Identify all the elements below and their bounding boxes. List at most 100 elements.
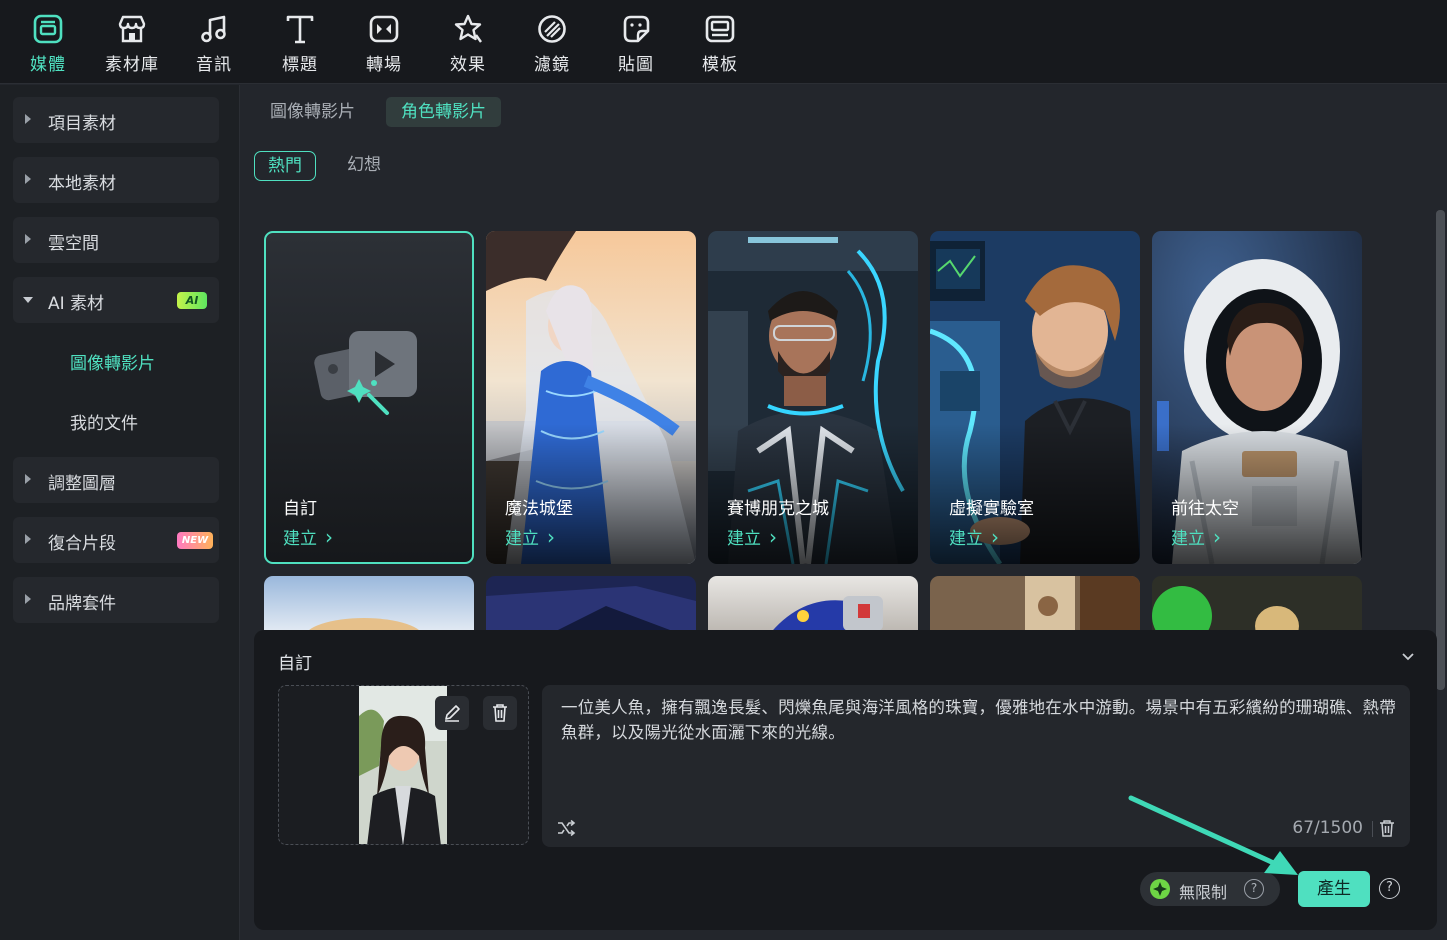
- toolbar-label: 效果: [450, 55, 486, 75]
- card-create-link[interactable]: 建立: [949, 524, 999, 549]
- card-create-link[interactable]: 建立: [505, 524, 555, 549]
- template-icon: [705, 15, 735, 43]
- thumbnail-art: [304, 618, 424, 636]
- card-create-link[interactable]: 建立: [1171, 524, 1221, 549]
- toolbar-effects[interactable]: 效果: [433, 8, 503, 78]
- chevron-down-icon[interactable]: [1401, 650, 1415, 664]
- sidebar-item-label: 雲空間: [48, 234, 99, 254]
- new-badge: NEW: [177, 532, 213, 549]
- panel-title: 自訂: [278, 654, 312, 674]
- unlimited-credits-pill[interactable]: 無限制 ?: [1140, 872, 1280, 906]
- clear-trash-icon[interactable]: [1379, 819, 1395, 837]
- template-card-cyberpunk-city[interactable]: 賽博朋克之城 建立: [708, 231, 918, 564]
- sidebar-item-label: 品牌套件: [48, 594, 116, 614]
- filter-icon: [538, 15, 566, 43]
- caret-right-icon: [25, 474, 31, 484]
- sidebar-item-compound-clip[interactable]: 復合片段 NEW: [13, 517, 219, 563]
- pencil-icon: [445, 705, 460, 722]
- scrollbar[interactable]: [1436, 210, 1445, 690]
- reference-photo: [359, 686, 447, 844]
- generate-button[interactable]: 產生: [1298, 871, 1370, 907]
- template-card-magic-castle[interactable]: 魔法城堡 建立: [486, 231, 696, 564]
- title-t-icon: [286, 15, 314, 44]
- sidebar-item-cloud[interactable]: 雲空間: [13, 217, 219, 263]
- tab-character-to-video[interactable]: 角色轉影片: [386, 97, 501, 127]
- ai-badge: AI: [177, 292, 207, 309]
- caret-right-icon: [25, 534, 31, 544]
- app-window: 媒體 素材庫 音訊 標題 轉場 效果 濾鏡 貼圖 模板 項目素材 本地素材 雲空…: [0, 0, 1447, 940]
- delete-image-button[interactable]: [483, 696, 517, 730]
- sidebar-item-local-media[interactable]: 本地素材: [13, 157, 219, 203]
- prompt-textarea[interactable]: 一位美人魚，擁有飄逸長髮、閃爍魚尾與海洋風格的珠寶，優雅地在水中游動。場景中有五…: [542, 685, 1410, 847]
- sidebar-item-adjustment-layer[interactable]: 調整圖層: [13, 457, 219, 503]
- toolbar-label: 音訊: [196, 55, 232, 75]
- toolbar-stickers[interactable]: 貼圖: [601, 8, 671, 78]
- template-card-row2-4[interactable]: [930, 576, 1140, 636]
- card-title: 虛擬實驗室: [949, 499, 1034, 519]
- library-icon: [118, 15, 146, 43]
- caret-right-icon: [25, 234, 31, 244]
- card-create-link[interactable]: 建立: [283, 524, 333, 549]
- template-card-row2-1[interactable]: [264, 576, 474, 636]
- credit-gem-icon: [1150, 879, 1170, 899]
- tab-fantasy[interactable]: 幻想: [334, 151, 394, 181]
- sidebar-item-label: 項目素材: [48, 114, 116, 134]
- prompt-text[interactable]: 一位美人魚，擁有飄逸長髮、閃爍魚尾與海洋風格的珠寶，優雅地在水中游動。場景中有五…: [561, 695, 1401, 745]
- toolbar-audio[interactable]: 音訊: [179, 8, 249, 78]
- card-create-link[interactable]: 建立: [727, 524, 777, 549]
- card-title: 前往太空: [1171, 499, 1239, 519]
- template-card-row2-5[interactable]: [1152, 576, 1362, 636]
- sidebar-item-label: 調整圖層: [48, 474, 116, 494]
- card-title: 魔法城堡: [505, 499, 573, 519]
- tab-popular[interactable]: 熱門: [254, 151, 316, 181]
- toolbar-filters[interactable]: 濾鏡: [517, 8, 587, 78]
- template-card-custom[interactable]: 自訂 建立: [264, 231, 474, 564]
- custom-generate-panel: 自訂 一位美人魚，擁有飄逸長髮、閃爍魚尾與海洋風格的珠寶，優雅地在水中游動。場景…: [254, 630, 1437, 930]
- sidebar-item-label: 復合片段: [48, 534, 116, 554]
- media-icon: [33, 14, 63, 44]
- toolbar-media[interactable]: 媒體: [13, 8, 83, 78]
- toolbar-transitions[interactable]: 轉場: [349, 8, 419, 78]
- top-toolbar: 媒體 素材庫 音訊 標題 轉場 效果 濾鏡 貼圖 模板: [0, 0, 1447, 84]
- toolbar-label: 素材庫: [105, 55, 159, 75]
- toolbar-label: 媒體: [30, 55, 66, 75]
- unlimited-label: 無限制: [1179, 883, 1228, 902]
- toolbar-templates[interactable]: 模板: [685, 8, 755, 78]
- card-title: 賽博朋克之城: [727, 499, 829, 519]
- sidebar-item-ai-media[interactable]: AI 素材 AI: [13, 277, 219, 323]
- thumbnail-art: [1025, 576, 1140, 636]
- toolbar-titles[interactable]: 標題: [265, 8, 335, 78]
- template-card-row2-2[interactable]: [486, 576, 696, 636]
- music-note-icon: [201, 15, 226, 43]
- template-card-to-space[interactable]: 前往太空 建立: [1152, 231, 1362, 564]
- toolbar-label: 轉場: [366, 55, 402, 75]
- divider: [1372, 821, 1373, 837]
- tab-image-to-video[interactable]: 圖像轉影片: [255, 97, 370, 127]
- sidebar-item-label: 本地素材: [48, 174, 116, 194]
- shuffle-icon[interactable]: [556, 819, 576, 837]
- template-card-row2-3[interactable]: [708, 576, 918, 636]
- toolbar-label: 貼圖: [618, 55, 654, 75]
- sidebar-item-brand-kit[interactable]: 品牌套件: [13, 577, 219, 623]
- help-icon[interactable]: ?: [1379, 878, 1400, 899]
- toolbar-label: 模板: [702, 55, 738, 75]
- sticker-icon: [623, 15, 650, 43]
- help-icon[interactable]: ?: [1244, 879, 1264, 899]
- sidebar-subitem-my-files[interactable]: 我的文件: [70, 409, 138, 434]
- template-card-virtual-lab[interactable]: 虛擬實驗室 建立: [930, 231, 1140, 564]
- character-count: 67/1500: [1292, 818, 1363, 838]
- card-title: 自訂: [283, 499, 317, 519]
- sidebar: 項目素材 本地素材 雲空間 AI 素材 AI 圖像轉影片 我的文件 調整圖層 復…: [0, 85, 240, 940]
- caret-down-icon: [23, 297, 33, 303]
- toolbar-library[interactable]: 素材庫: [97, 8, 167, 78]
- sidebar-subitem-image-to-video[interactable]: 圖像轉影片: [70, 349, 155, 374]
- sidebar-item-label: AI 素材: [48, 294, 105, 314]
- toolbar-label: 濾鏡: [534, 55, 570, 75]
- thumbnail-art: [1152, 586, 1299, 636]
- main-content: 圖像轉影片 角色轉影片 熱門 幻想 自訂 建立 › 魔法城堡 建立 › 賽博朋克…: [241, 85, 1447, 940]
- caret-right-icon: [25, 114, 31, 124]
- reference-image-box[interactable]: [278, 685, 529, 845]
- edit-image-button[interactable]: [435, 696, 469, 730]
- caret-right-icon: [25, 174, 31, 184]
- sidebar-item-project-media[interactable]: 項目素材: [13, 97, 219, 143]
